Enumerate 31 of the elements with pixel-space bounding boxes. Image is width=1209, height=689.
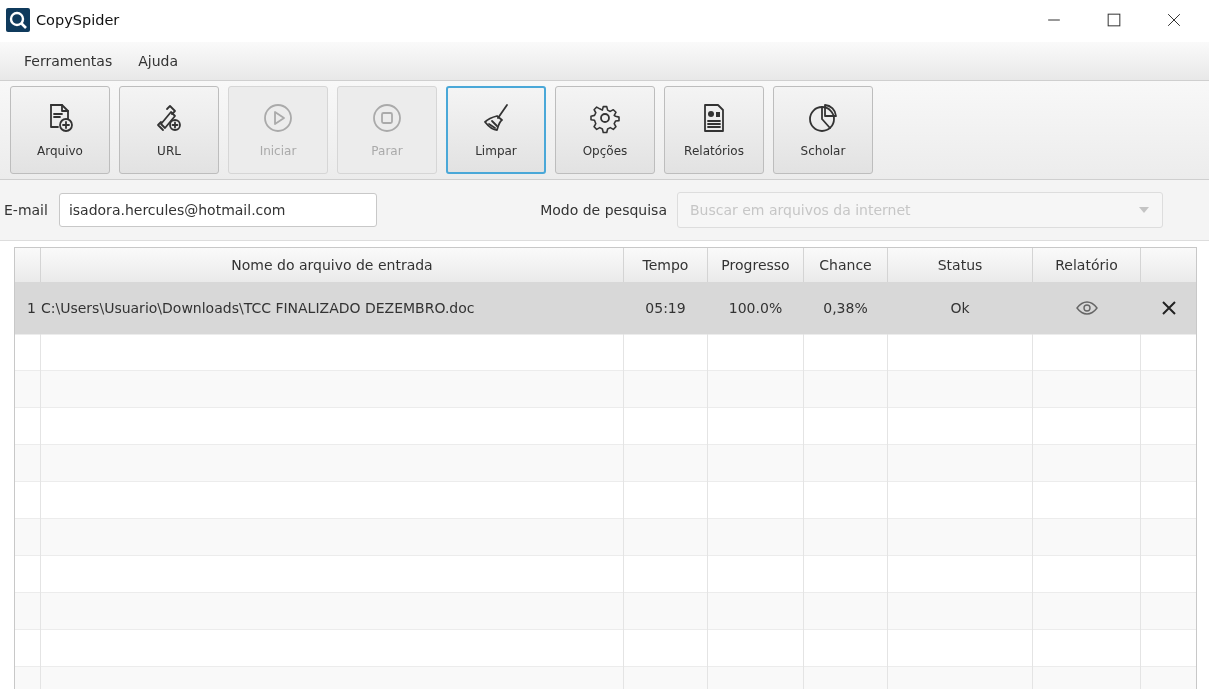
window-title: CopySpider xyxy=(36,12,120,28)
table-cell: 100.0% xyxy=(708,282,804,335)
toolbar-button[interactable]: Arquivo xyxy=(10,86,110,174)
menu-item[interactable]: Ferramentas xyxy=(24,53,113,69)
pie-chart-icon xyxy=(807,102,839,134)
toolbar-button[interactable]: Limpar xyxy=(446,86,546,174)
remove-icon[interactable] xyxy=(1161,300,1177,316)
stop-icon xyxy=(371,102,403,134)
toolbar-button[interactable]: Opções xyxy=(555,86,655,174)
email-field[interactable]: isadora.hercules@hotmail.com xyxy=(58,193,377,227)
column-header[interactable]: Tempo xyxy=(624,248,708,283)
play-icon xyxy=(262,102,294,134)
column-header[interactable]: Chance xyxy=(804,248,888,283)
email-label: E-mail xyxy=(4,202,48,218)
menu-item[interactable]: Ajuda xyxy=(138,53,179,69)
caret-icon xyxy=(1138,206,1150,214)
view-report-icon[interactable] xyxy=(1075,301,1098,315)
search-mode-label: Modo de pesquisa xyxy=(540,202,667,218)
toolbar-button[interactable]: URL xyxy=(119,86,219,174)
toolbar-button[interactable]: Relatórios xyxy=(664,86,764,174)
table-cell: 0,38% xyxy=(804,282,888,335)
app-logo xyxy=(6,8,30,32)
table-cell: C:\Users\Usuario\Downloads\TCC FINALIZADO DEZEMBRO.doc xyxy=(41,282,624,335)
toolbar-button[interactable]: Scholar xyxy=(773,86,873,174)
column-header[interactable]: Status xyxy=(888,248,1033,283)
row-number: 1 xyxy=(15,282,41,335)
table-cell: Ok xyxy=(888,282,1033,335)
column-header[interactable]: Nome do arquivo de entrada xyxy=(41,248,624,283)
column-header[interactable]: Relatório xyxy=(1033,248,1141,283)
table-cell: 05:19 xyxy=(624,282,708,335)
column-header[interactable]: Progresso xyxy=(708,248,804,283)
